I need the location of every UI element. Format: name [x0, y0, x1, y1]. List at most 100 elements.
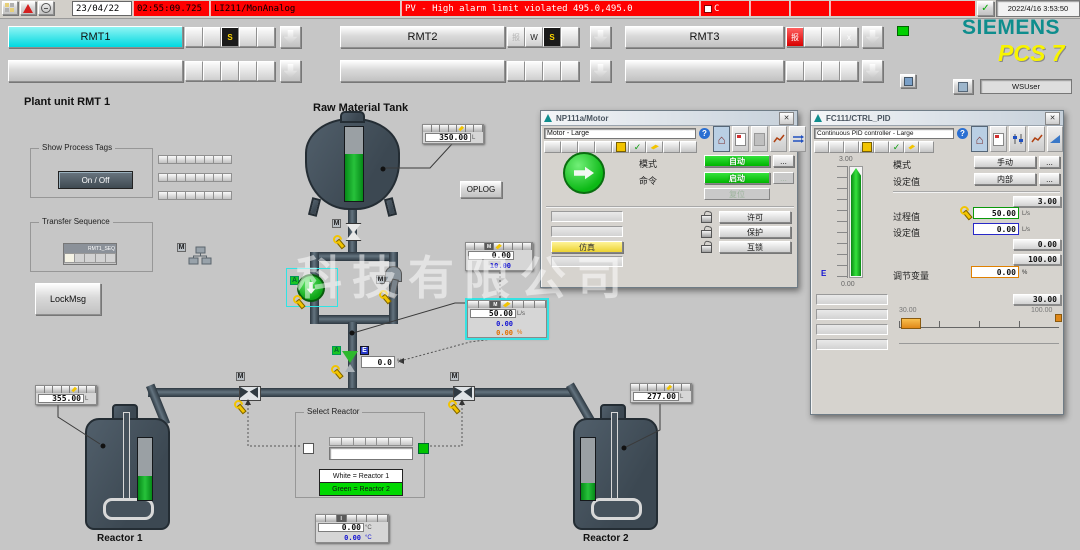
help-button[interactable]: ? [699, 128, 710, 139]
reactor2-select-handle[interactable] [418, 443, 429, 454]
control-valve[interactable] [342, 351, 358, 363]
mv-slider-handle[interactable] [901, 318, 921, 329]
nav-status-cell[interactable] [840, 61, 858, 81]
simulation-button[interactable]: 仿真 [551, 241, 623, 253]
tank-outlet-valve[interactable] [344, 223, 363, 241]
setpoint-source-more-button[interactable]: ... [1039, 173, 1060, 185]
reactor1-agitator-shaft [123, 412, 130, 506]
group-display-row[interactable] [158, 191, 232, 200]
close-button[interactable]: ✕ [1045, 112, 1060, 125]
nav-status-cell[interactable] [804, 27, 822, 47]
trend-view-button[interactable] [770, 126, 787, 152]
nav-status-cell[interactable] [185, 27, 203, 47]
nav-rmt3-button[interactable]: RMT3 [625, 26, 784, 48]
lockmsg-button[interactable]: LockMsg [35, 283, 101, 315]
nav-status-cell[interactable] [239, 61, 257, 81]
nav-status-cell[interactable] [561, 27, 579, 47]
valve-position-field[interactable]: 0.0 [361, 356, 395, 368]
oplog-button[interactable]: OPLOG [460, 181, 502, 198]
nav-x-cell[interactable]: x [840, 27, 858, 47]
sp-value-field[interactable]: 0.00 [973, 223, 1019, 235]
nav-rmt2-button[interactable]: RMT2 [340, 26, 505, 48]
nav-status-cell[interactable] [804, 61, 822, 81]
on-off-button[interactable]: On / Off [58, 171, 133, 189]
home-view-button[interactable]: ⌂ [971, 126, 988, 152]
nav-s-status-cell[interactable]: S [543, 27, 561, 47]
command-value-button[interactable]: 启动 [704, 172, 770, 184]
block-type-dropdown[interactable]: Continuous PID controller - Large [814, 128, 954, 139]
mode-more-button[interactable]: ... [1039, 156, 1060, 168]
motor-faceplate-window[interactable]: NP111a/Motor ✕ Motor - Large ? ⌂ ... ✓ 模… [540, 110, 798, 288]
nav-down-button[interactable] [280, 60, 301, 82]
motor-faceplate-titlebar[interactable]: NP111a/Motor ✕ [541, 111, 797, 126]
nav-empty-button[interactable] [625, 60, 784, 82]
nav-down-button[interactable] [590, 60, 611, 82]
message-view-button[interactable] [990, 126, 1007, 152]
nav-rmt3-down-button[interactable] [862, 26, 883, 48]
nav-status-cell[interactable] [257, 61, 275, 81]
reactor1-level-meter[interactable]: 355.00L [35, 385, 97, 405]
nav-w-cell[interactable]: W [525, 27, 543, 47]
nav-status-cell[interactable] [203, 27, 221, 47]
tank-level-meter[interactable]: 350.00L [422, 124, 484, 144]
group-display-row[interactable] [158, 173, 232, 182]
reactor1-select-handle[interactable] [303, 443, 314, 454]
nav-s-status-cell[interactable]: S [221, 27, 239, 47]
tool-button[interactable] [900, 74, 916, 88]
nav-status-cell[interactable] [525, 61, 543, 81]
nav-status-cell[interactable] [507, 61, 525, 81]
nav-alarm-cell-active[interactable]: 报 [786, 27, 804, 47]
ack-button[interactable]: ✓ [977, 1, 994, 16]
pid-faceplate-window[interactable]: FC111/CTRL_PID ✕ Continuous PID controll… [810, 110, 1064, 415]
temperature-meter[interactable]: I 0.00°C 0.00°C [315, 514, 389, 543]
alarm-warning-button[interactable] [20, 1, 36, 15]
reactor2-level-meter[interactable]: 277.00L [630, 383, 692, 403]
nav-rmt1-button[interactable]: RMT1 [8, 26, 183, 48]
nav-status-cell[interactable] [185, 61, 203, 81]
nav-empty-button[interactable] [340, 60, 505, 82]
mode-value-button[interactable]: 自动 [704, 155, 770, 167]
nav-status-cell[interactable] [221, 61, 239, 81]
home-view-button[interactable]: ⌂ [713, 126, 730, 152]
nav-rmt2-down-button[interactable] [590, 26, 611, 48]
trend-view-button[interactable] [1028, 126, 1045, 152]
mv-slider-track[interactable] [899, 321, 1059, 328]
protection-button[interactable]: 保护 [719, 226, 791, 238]
block-type-dropdown[interactable]: Motor - Large [544, 128, 696, 139]
permit-button[interactable]: 许可 [719, 211, 791, 223]
nav-alarm-cell[interactable]: 报 [507, 27, 525, 47]
maintenance-wrench-icon [448, 401, 459, 412]
message-view-button[interactable] [732, 126, 749, 152]
batch-view-button[interactable] [751, 126, 768, 152]
limits-view-button[interactable] [789, 126, 806, 152]
pid-faceplate-titlebar[interactable]: FC111/CTRL_PID ✕ [811, 111, 1063, 126]
nav-status-cell[interactable] [786, 61, 804, 81]
sequence-widget[interactable]: RMT1_SEQ [63, 243, 117, 265]
flow-meter-loop[interactable]: M 50.00L/s 0.00 0.00% [467, 300, 547, 338]
mode-more-button[interactable]: ... [773, 155, 794, 167]
user-icon-button[interactable] [953, 79, 973, 94]
nav-status-cell[interactable] [239, 27, 257, 47]
window-icon-button[interactable] [2, 1, 18, 15]
mv-value-field[interactable]: 0.00 [971, 266, 1019, 278]
help-button[interactable]: ? [957, 128, 968, 139]
nav-status-cell[interactable] [543, 61, 561, 81]
nav-status-cell[interactable] [822, 27, 840, 47]
close-button[interactable]: ✕ [779, 112, 794, 125]
interlock-button[interactable]: 互锁 [719, 241, 791, 253]
nav-rmt1-down-button[interactable] [280, 26, 301, 48]
nav-status-cell[interactable] [822, 61, 840, 81]
nav-status-cell[interactable] [257, 27, 275, 47]
selector-input[interactable] [329, 447, 413, 460]
mute-button[interactable] [38, 1, 54, 15]
setpoint-source-button[interactable]: 内部 [974, 173, 1036, 185]
mode-value-button[interactable]: 手动 [974, 156, 1036, 168]
nav-empty-button[interactable] [8, 60, 183, 82]
group-display-row[interactable] [158, 155, 232, 164]
nav-down-button[interactable] [862, 60, 883, 82]
nav-status-cell[interactable] [561, 61, 579, 81]
ramp-view-button[interactable] [1047, 126, 1063, 152]
flow-meter-top[interactable]: M 0.00 10.00 [465, 242, 533, 271]
limit-view-button[interactable] [1009, 126, 1026, 152]
nav-status-cell[interactable] [203, 61, 221, 81]
